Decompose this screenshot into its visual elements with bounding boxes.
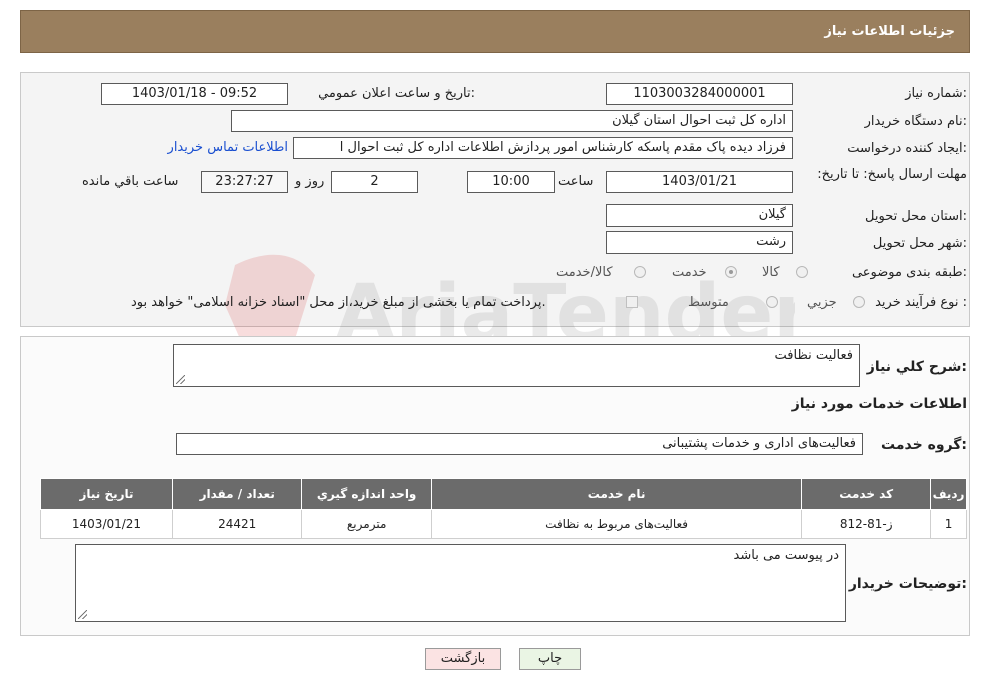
resize-grip-icon[interactable]: [176, 375, 185, 384]
service-group-label: گروه خدمت:: [881, 437, 967, 453]
buyer-org-label: نام دستگاه خريدار:: [864, 114, 967, 129]
process-medium-radio[interactable]: [766, 296, 778, 308]
category-goods-radio[interactable]: [796, 266, 808, 278]
remaining-time-field: 23:27:27: [201, 171, 288, 193]
buyer-notes-text: در پیوست می باشد: [733, 548, 839, 563]
need-number-label: شماره نیاز:: [905, 86, 967, 101]
announce-label: تاریخ و ساعت اعلان عمومي:: [318, 86, 475, 101]
city-field: رشت: [606, 231, 793, 254]
process-minor-label: جزيي: [807, 295, 837, 310]
resize-grip-icon[interactable]: [78, 610, 87, 619]
announce-field: 1403/01/18 - 09:52: [101, 83, 288, 105]
cell-name: فعالیت‌های مربوط به نظافت: [430, 509, 803, 539]
col-header-name: نام خدمت: [430, 478, 803, 510]
creator-field: فرزاد دیده پاک مقدم پاسکه کارشناس امور پ…: [293, 137, 793, 159]
cell-index: 1: [930, 509, 967, 539]
table-row: 1 ز-81-812 فعالیت‌های مربوط به نظافت متر…: [40, 509, 967, 539]
cell-date: 1403/01/21: [40, 509, 173, 539]
process-label: نوع فرآيند خريد :: [875, 295, 967, 310]
category-goods-label: کالا: [762, 265, 780, 280]
page-title: جزئیات اطلاعات نیاز: [824, 24, 955, 39]
col-header-index: رديف: [930, 478, 967, 510]
cell-qty: 24421: [171, 509, 303, 539]
process-medium-label: متوسط: [688, 295, 729, 310]
category-service-radio[interactable]: [725, 266, 737, 278]
summary-textarea[interactable]: فعالیت نظافت: [173, 344, 860, 387]
cell-code: ز-81-812: [801, 509, 932, 539]
services-heading: اطلاعات خدمات مورد نياز: [791, 396, 967, 412]
summary-text: فعالیت نظافت: [774, 348, 853, 363]
cell-unit: مترمربع: [301, 509, 432, 539]
days-label: روز و: [295, 174, 325, 189]
back-button[interactable]: بازگشت: [425, 648, 501, 670]
col-header-unit: واحد اندازه گيري: [301, 478, 432, 510]
col-header-code: کد خدمت: [801, 478, 932, 510]
category-service-label: خدمت: [672, 265, 707, 280]
page-header: جزئیات اطلاعات نیاز: [20, 10, 970, 53]
buyer-notes-label: توضيحات خريدار:: [848, 576, 967, 592]
buyer-org-field: اداره کل ثبت احوال استان گیلان: [231, 110, 793, 132]
city-label: شهر محل تحويل:: [872, 236, 967, 251]
col-header-qty: تعداد / مقدار: [171, 478, 303, 510]
treasury-payment-checkbox[interactable]: [626, 296, 638, 308]
province-field: گیلان: [606, 204, 793, 227]
process-minor-radio[interactable]: [853, 296, 865, 308]
category-goods-service-radio[interactable]: [634, 266, 646, 278]
buyer-contact-link[interactable]: اطلاعات تماس خريدار: [168, 140, 288, 155]
creator-label: ايجاد کننده درخواست:: [847, 141, 967, 156]
need-number-field: 1103003284000001: [606, 83, 793, 105]
buyer-notes-textarea[interactable]: در پیوست می باشد: [75, 544, 846, 622]
col-header-date: تاريخ نياز: [40, 478, 173, 510]
payment-note: پرداخت تمام یا بخشی از مبلغ خرید،از محل …: [131, 295, 546, 310]
deadline-label: مهلت ارسال پاسخ: تا تاريخ:: [817, 167, 967, 182]
services-table: رديف کد خدمت نام خدمت واحد اندازه گيري ت…: [40, 478, 967, 539]
days-remaining-field: 2: [331, 171, 418, 193]
deadline-time-label: ساعت: [558, 174, 594, 189]
print-button[interactable]: چاپ: [519, 648, 581, 670]
category-goods-service-label: کالا/خدمت: [556, 265, 613, 280]
deadline-date-field: 1403/01/21: [606, 171, 793, 193]
category-label: طبقه بندی موضوعی:: [851, 265, 967, 280]
remaining-label: ساعت باقي مانده: [82, 174, 179, 189]
province-label: استان محل تحويل:: [865, 209, 967, 224]
service-group-field: فعالیت‌های اداری و خدمات پشتیبانی: [176, 433, 863, 455]
deadline-time-field: 10:00: [467, 171, 555, 193]
summary-label: شرح کلي نياز:: [866, 359, 967, 375]
